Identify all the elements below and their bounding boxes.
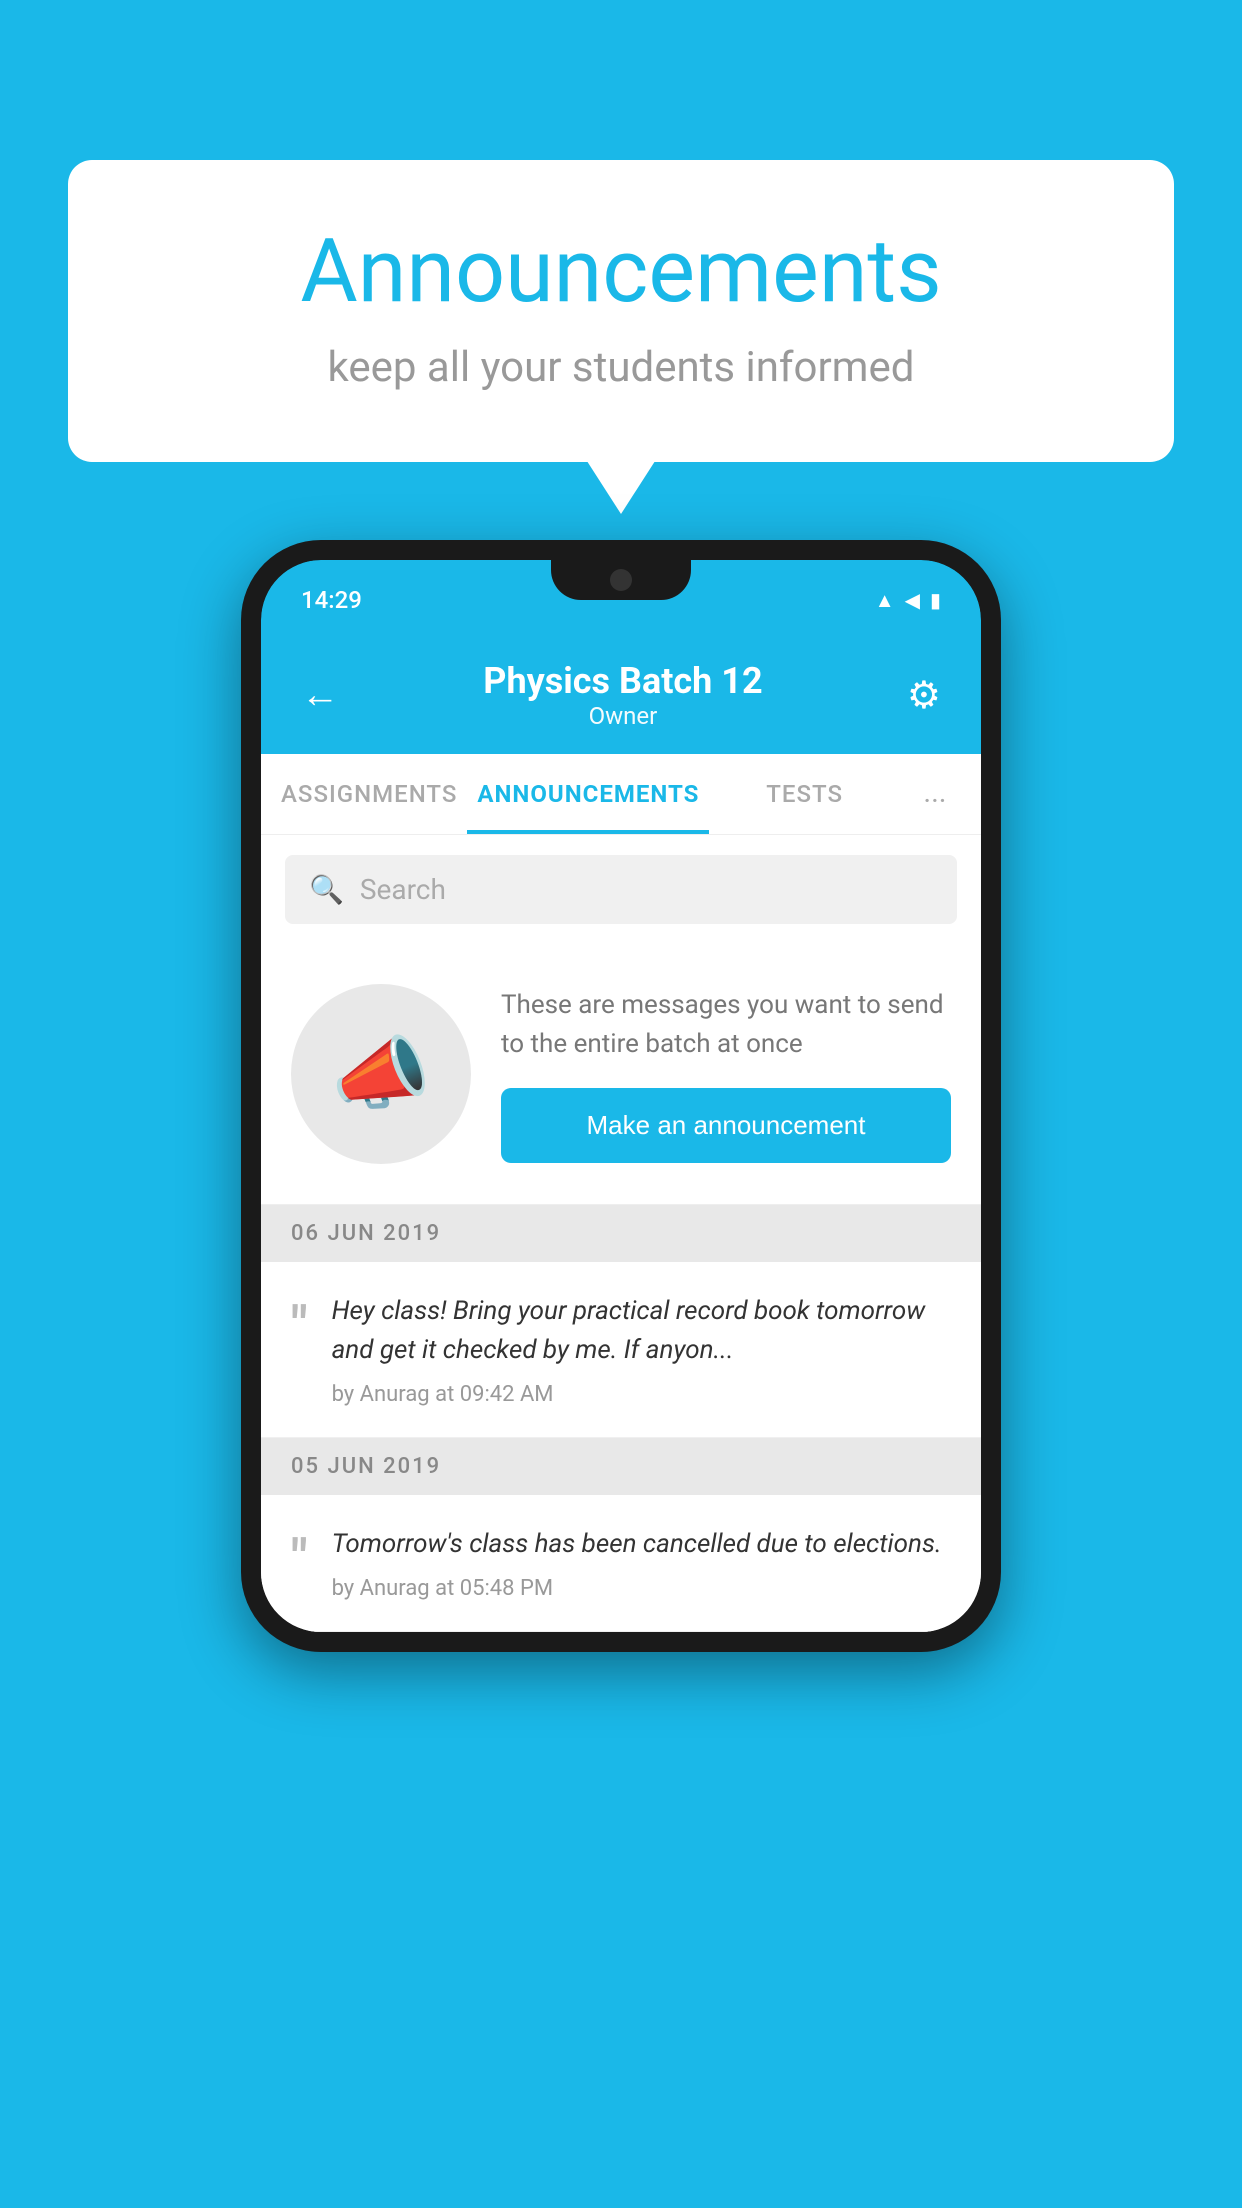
- megaphone-icon: 📣: [331, 1027, 431, 1121]
- announcement-item-1[interactable]: " Hey class! Bring your practical record…: [261, 1262, 981, 1438]
- phone-camera: [610, 569, 632, 591]
- announcement-text-2: Tomorrow's class has been cancelled due …: [332, 1525, 951, 1564]
- speech-bubble: Announcements keep all your students inf…: [68, 160, 1174, 462]
- status-time: 14:29: [301, 586, 362, 614]
- status-bar: 14:29 ▲ ◀ ▮: [261, 560, 981, 640]
- wifi-icon: ▲: [875, 588, 895, 613]
- signal-icon: ◀: [905, 588, 920, 612]
- phone-inner: 14:29 ▲ ◀ ▮ ← Physics Batch 12 Owner ⚙: [261, 560, 981, 1632]
- quote-icon-2: ": [291, 1533, 308, 1585]
- announcement-meta-1: by Anurag at 09:42 AM: [332, 1382, 951, 1407]
- phone-outer: 14:29 ▲ ◀ ▮ ← Physics Batch 12 Owner ⚙: [241, 540, 1001, 1652]
- megaphone-circle: 📣: [291, 984, 471, 1164]
- back-button[interactable]: ←: [301, 673, 339, 717]
- phone-screen-body: 🔍 Search 📣 These are messages you want t…: [261, 835, 981, 1632]
- phone-mockup: 14:29 ▲ ◀ ▮ ← Physics Batch 12 Owner ⚙: [241, 540, 1001, 1652]
- header-title: Physics Batch 12: [483, 660, 762, 702]
- date-separator-1: 06 JUN 2019: [261, 1205, 981, 1262]
- announcement-meta-2: by Anurag at 05:48 PM: [332, 1576, 951, 1601]
- search-icon: 🔍: [309, 873, 344, 906]
- cta-right: These are messages you want to send to t…: [501, 986, 951, 1163]
- announcement-content-1: Hey class! Bring your practical record b…: [332, 1292, 951, 1407]
- announcement-content-2: Tomorrow's class has been cancelled due …: [332, 1525, 951, 1601]
- announcements-title: Announcements: [148, 220, 1094, 323]
- make-announcement-button[interactable]: Make an announcement: [501, 1088, 951, 1163]
- status-icons: ▲ ◀ ▮: [875, 588, 941, 613]
- announcements-subtitle: keep all your students informed: [148, 343, 1094, 392]
- announcement-cta: 📣 These are messages you want to send to…: [261, 944, 981, 1205]
- header-subtitle: Owner: [483, 702, 762, 730]
- settings-icon[interactable]: ⚙: [907, 673, 941, 718]
- speech-bubble-container: Announcements keep all your students inf…: [68, 160, 1174, 462]
- tab-more[interactable]: ...: [900, 754, 971, 834]
- cta-description: These are messages you want to send to t…: [501, 986, 951, 1064]
- quote-icon-1: ": [291, 1300, 308, 1352]
- tab-announcements[interactable]: ANNOUNCEMENTS: [467, 754, 709, 834]
- tab-assignments[interactable]: ASSIGNMENTS: [271, 754, 467, 834]
- header-center: Physics Batch 12 Owner: [483, 660, 762, 730]
- battery-icon: ▮: [930, 588, 941, 612]
- phone-notch: [551, 560, 691, 600]
- search-placeholder: Search: [360, 873, 446, 906]
- search-bar-container: 🔍 Search: [261, 835, 981, 944]
- app-header: ← Physics Batch 12 Owner ⚙: [261, 640, 981, 754]
- search-bar[interactable]: 🔍 Search: [285, 855, 957, 924]
- tab-tests[interactable]: TESTS: [709, 754, 899, 834]
- announcement-item-2[interactable]: " Tomorrow's class has been cancelled du…: [261, 1495, 981, 1632]
- date-separator-2: 05 JUN 2019: [261, 1438, 981, 1495]
- announcement-text-1: Hey class! Bring your practical record b…: [332, 1292, 951, 1370]
- tabs-bar: ASSIGNMENTS ANNOUNCEMENTS TESTS ...: [261, 754, 981, 835]
